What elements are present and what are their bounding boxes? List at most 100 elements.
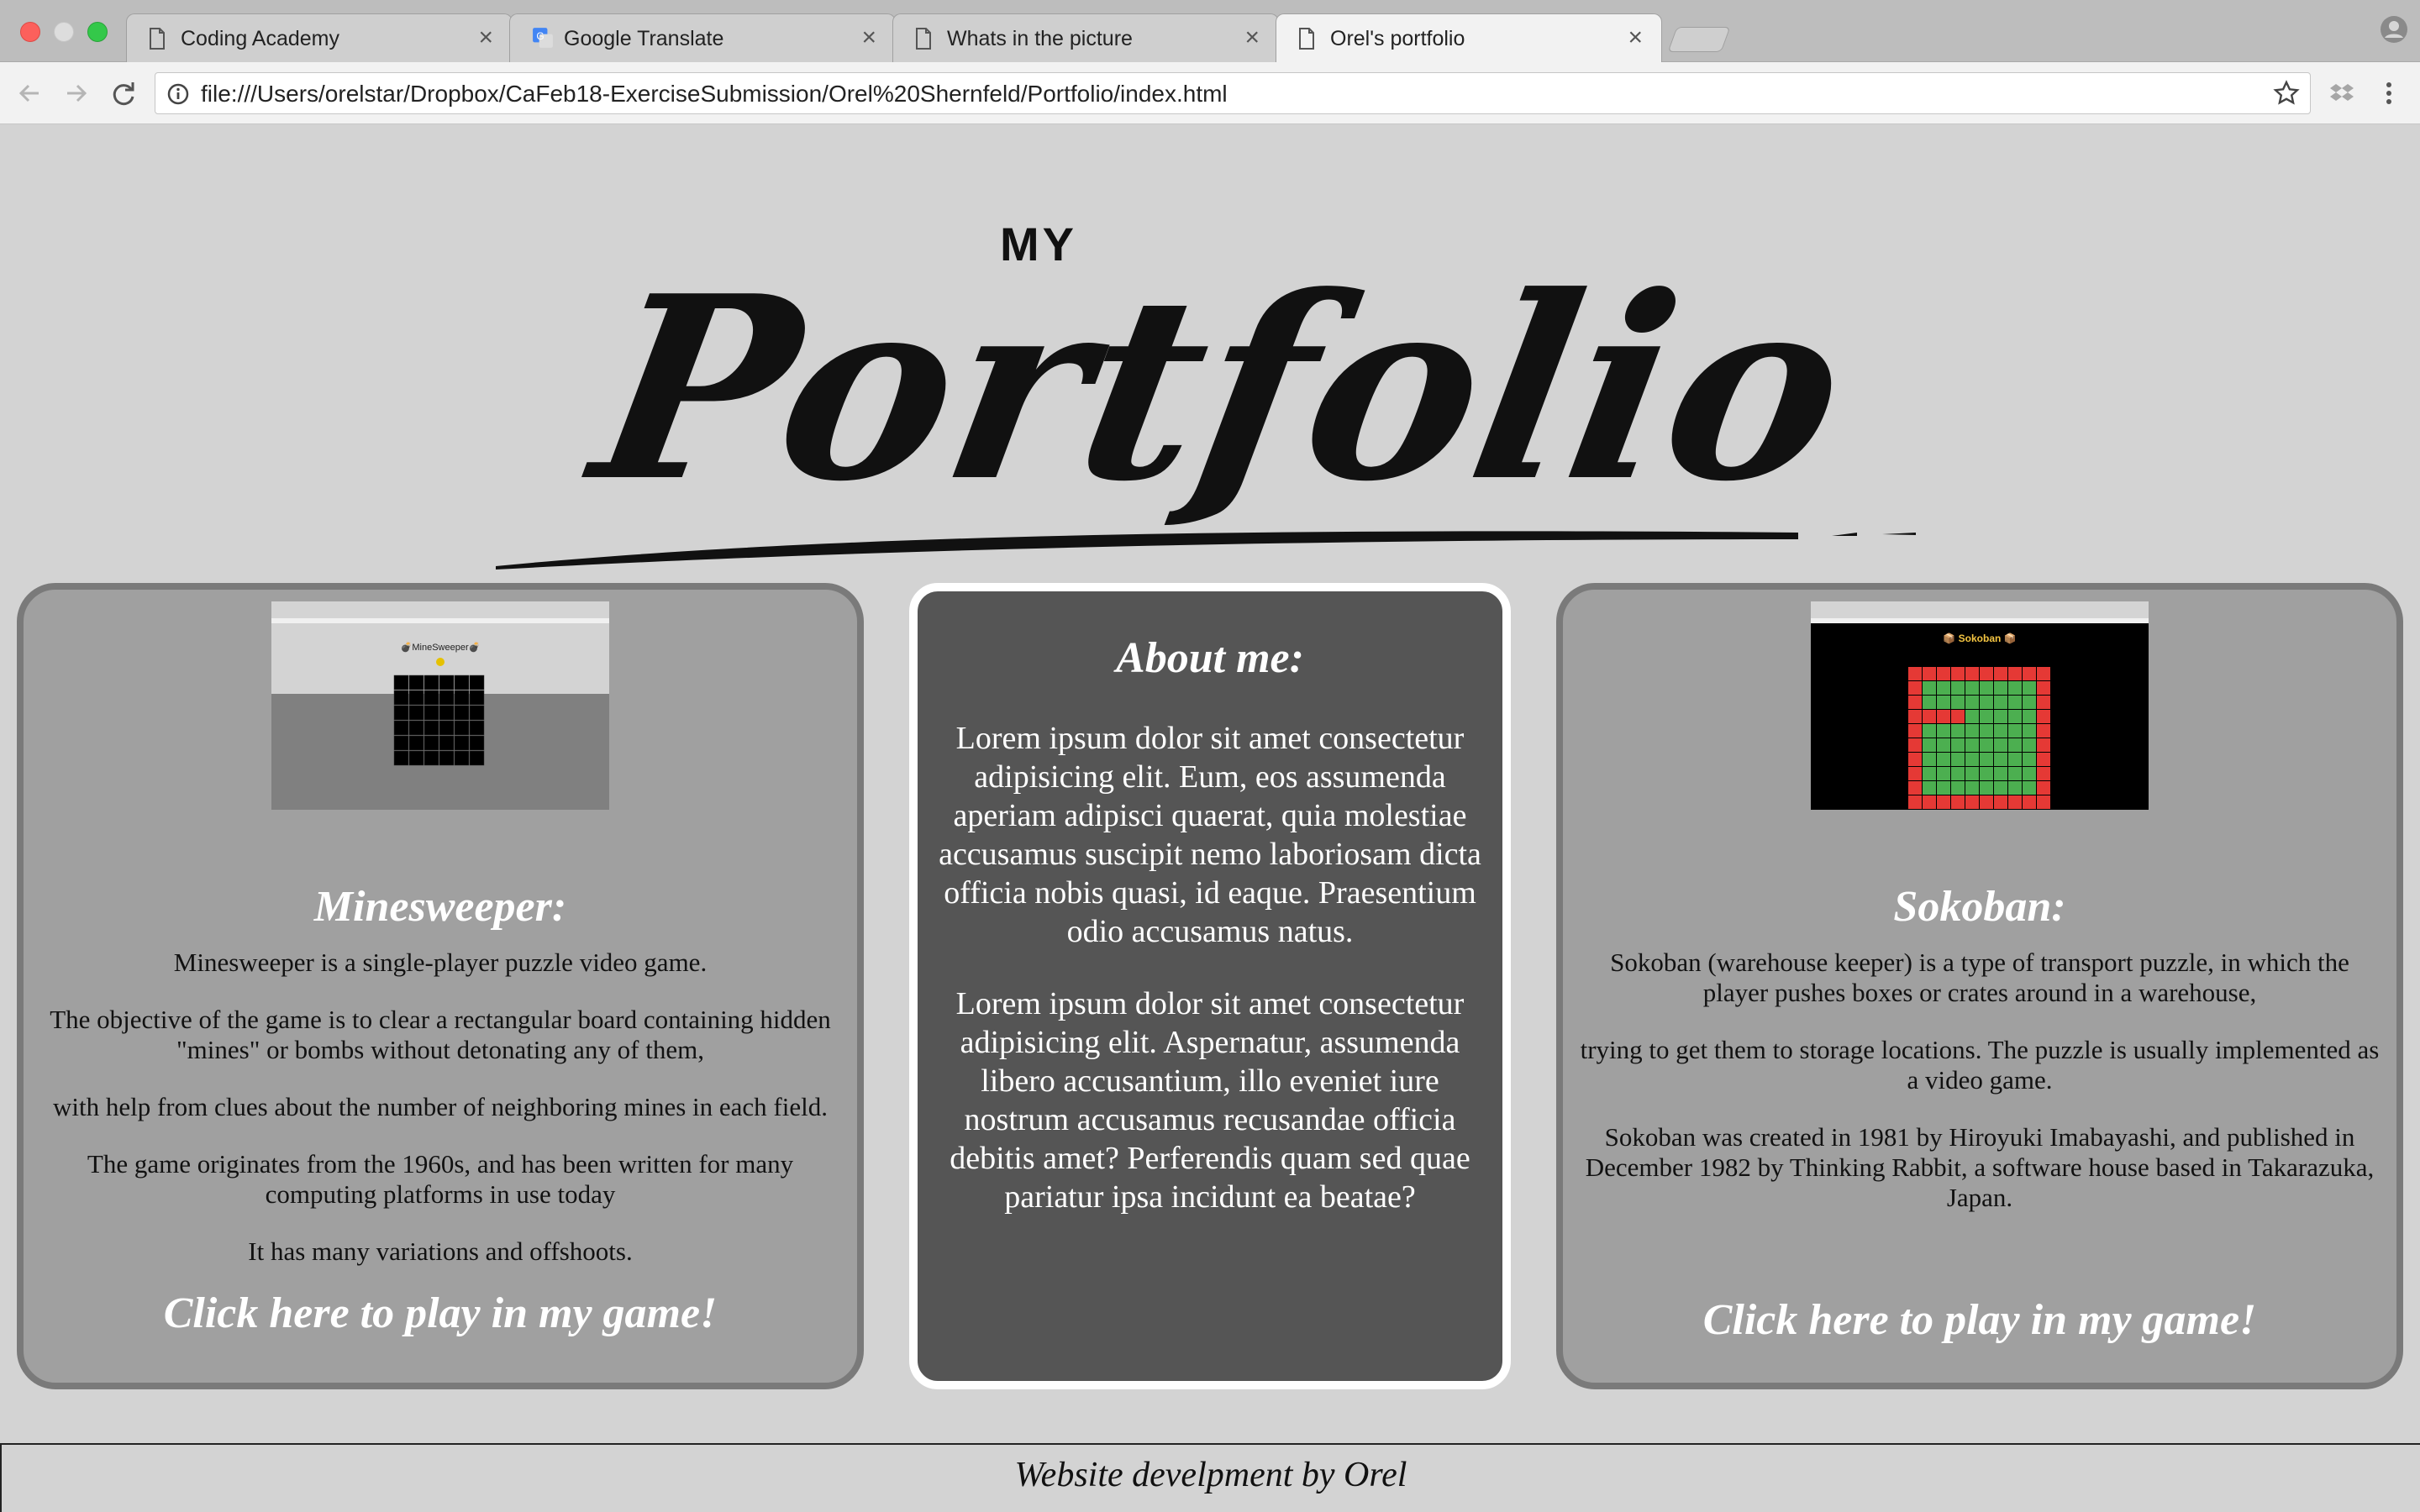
address-bar[interactable]: file:///Users/orelstar/Dropbox/CaFeb18-E… [155,72,2311,114]
tab-close-icon[interactable]: × [478,24,493,52]
minesweeper-play-link[interactable]: Click here to play in my game! [24,1289,857,1338]
sokoban-wall-cell [1980,667,1993,680]
minesweeper-cell [454,720,470,736]
sokoban-wall-cell [2037,681,2050,695]
tab-close-icon[interactable]: × [1244,24,1260,52]
page-icon [916,28,931,50]
tab-label: Whats in the picture [947,27,1133,50]
sokoban-floor-cell [1980,710,1993,723]
about-paragraph: Lorem ipsum dolor sit amet consectetur a… [939,721,1481,949]
sokoban-floor-cell [2008,696,2022,709]
portfolio-logo: MY Portfolio [496,218,1916,570]
sokoban-floor-cell [1951,724,1965,738]
back-arrow-icon[interactable] [15,79,44,108]
sokoban-floor-cell [1937,781,1950,795]
sokoban-floor-cell [1951,681,1965,695]
about-card: About me: Lorem ipsum dolor sit amet con… [909,583,1511,1389]
about-description: Lorem ipsum dolor sit amet consectetur a… [929,719,1491,1250]
minesweeper-cell [424,690,439,706]
close-window-button[interactable] [20,22,40,42]
sokoban-floor-cell [1965,767,1979,780]
sokoban-floor-cell [1923,753,1936,766]
page-content: MY Portfolio 💣MineSweeper💣 Minesweeper: … [0,124,2420,1512]
sokoban-wall-cell [2037,781,2050,795]
minesweeper-cell [393,705,409,721]
sokoban-wall-cell [1923,795,1936,809]
minesweeper-cell [469,705,485,721]
info-icon[interactable] [167,83,189,105]
sokoban-screenshot[interactable]: 📦 Sokoban 📦 [1811,601,2149,810]
reload-icon[interactable] [109,79,138,108]
sokoban-paragraph: trying to get them to storage locations.… [1580,1035,2380,1095]
sokoban-floor-cell [2023,753,2036,766]
profile-icon[interactable] [2380,15,2408,44]
minesweeper-paragraph: The objective of the game is to clear a … [50,1005,831,1064]
minimize-window-button[interactable] [54,22,74,42]
about-title: About me: [1116,634,1304,682]
minesweeper-card: 💣MineSweeper💣 Minesweeper: Minesweeper i… [17,583,864,1389]
tab-whats-in-the-picture[interactable]: Whats in the picture × [892,13,1279,62]
sokoban-floor-cell [1994,738,2007,752]
sokoban-play-link[interactable]: Click here to play in my game! [1563,1295,2396,1345]
sokoban-floor-cell [1965,738,1979,752]
tab-close-icon[interactable]: × [1628,24,1643,52]
sokoban-wall-cell [2023,667,2036,680]
sokoban-wall-cell [1908,795,1922,809]
sokoban-screenshot-title: 📦 Sokoban 📦 [1943,633,2016,644]
minesweeper-title: Minesweeper: [313,883,567,931]
sokoban-floor-cell [1937,738,1950,752]
minesweeper-cell [393,690,409,706]
dropbox-extension-icon[interactable] [2328,79,2356,108]
minesweeper-screenshot[interactable]: 💣MineSweeper💣 [271,601,609,810]
sokoban-wall-cell [2037,767,2050,780]
sokoban-wall-cell [1965,795,1979,809]
tab-google-translate[interactable]: G Google Translate × [509,13,896,62]
minesweeper-paragraph: with help from clues about the number of… [52,1092,828,1121]
minesweeper-cell [469,720,485,736]
sokoban-floor-cell [1994,696,2007,709]
sokoban-paragraph: Sokoban was created in 1981 by Hiroyuki … [1585,1122,2375,1212]
sokoban-floor-cell [2023,681,2036,695]
sokoban-floor-cell [1937,696,1950,709]
maximize-window-button[interactable] [87,22,108,42]
sokoban-paragraph: Sokoban (warehouse keeper) is a type of … [1610,948,2349,1007]
forward-arrow-icon[interactable] [62,79,91,108]
minesweeper-cell [439,720,455,736]
sokoban-floor-cell [1994,710,2007,723]
sokoban-wall-cell [1951,667,1965,680]
sokoban-title: Sokoban: [1893,883,2066,931]
minesweeper-cell [469,690,485,706]
new-tab-button[interactable] [1667,27,1731,52]
sokoban-wall-cell [1937,667,1950,680]
sokoban-floor-cell [2023,767,2036,780]
minesweeper-cell [408,675,424,690]
sokoban-wall-cell [1908,681,1922,695]
tab-orels-portfolio[interactable]: Orel's portfolio × [1276,13,1662,63]
page-icon [150,28,165,50]
sokoban-wall-cell [2037,667,2050,680]
menu-kebab-icon[interactable] [2375,79,2403,108]
tab-close-icon[interactable]: × [861,24,876,52]
sokoban-wall-cell [1908,696,1922,709]
bookmark-star-icon[interactable] [2273,80,2300,107]
sokoban-floor-cell [1994,781,2007,795]
sokoban-floor-cell [1923,781,1936,795]
sokoban-floor-cell [1980,753,1993,766]
browser-toolbar: file:///Users/orelstar/Dropbox/CaFeb18-E… [0,62,2420,124]
sokoban-wall-cell [1951,795,1965,809]
minesweeper-cell [424,705,439,721]
sokoban-floor-cell [1937,681,1950,695]
minesweeper-cell [424,735,439,751]
minesweeper-cell [439,750,455,766]
sokoban-floor-cell [1965,753,1979,766]
sokoban-floor-cell [1951,753,1965,766]
tab-coding-academy[interactable]: Coding Academy × [126,13,513,62]
minesweeper-cell [393,675,409,690]
minesweeper-screenshot-title: 💣MineSweeper💣 [401,642,481,654]
sokoban-floor-cell [1980,681,1993,695]
sokoban-wall-cell [2037,710,2050,723]
sokoban-floor-cell [1923,724,1936,738]
sokoban-floor-cell [2008,738,2022,752]
sokoban-floor-cell [1980,781,1993,795]
minesweeper-paragraph: Minesweeper is a single-player puzzle vi… [173,948,708,977]
